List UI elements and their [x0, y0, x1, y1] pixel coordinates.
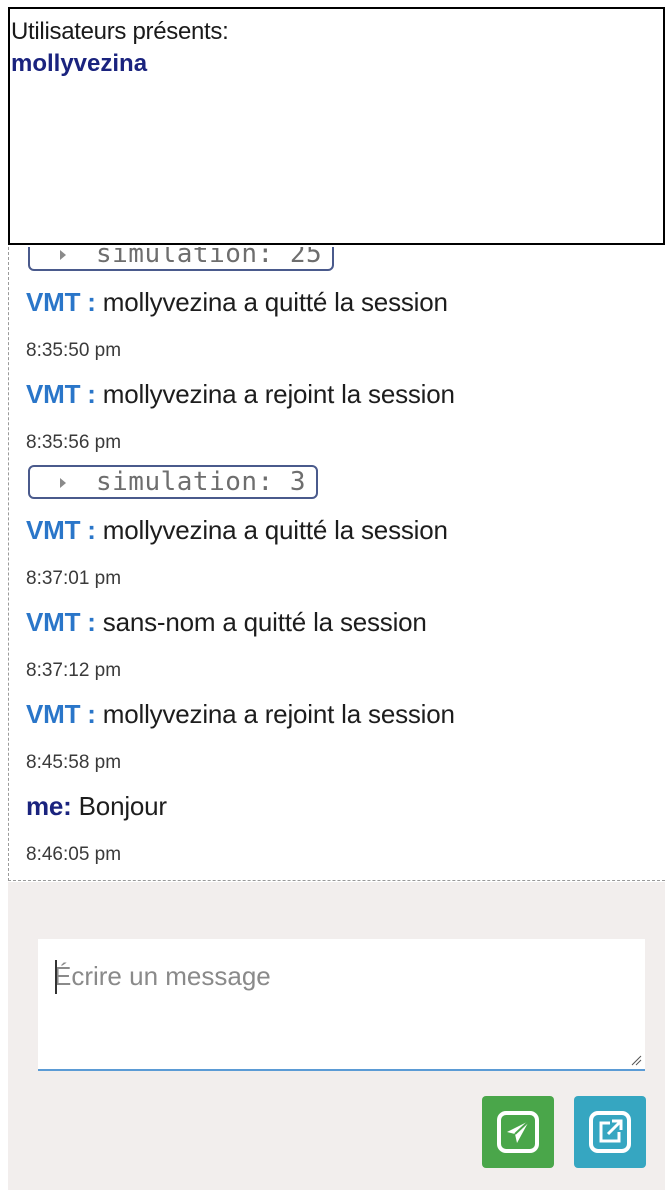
simulation-toggle[interactable]: simulation: 3: [28, 465, 318, 499]
message-timestamp: 8:35:56 pm: [26, 432, 122, 453]
external-link-icon: [589, 1111, 631, 1153]
message-sender: VMT :: [26, 379, 96, 409]
chat-message: VMT : mollyvezina a rejoint la session: [9, 693, 665, 739]
present-user-name[interactable]: mollyvezina: [11, 47, 663, 81]
simulation-toggle[interactable]: simulation: 25: [28, 247, 335, 271]
text-caret: [55, 960, 57, 994]
message-timestamp: 8:46:05 pm: [26, 844, 122, 865]
message-composer: [8, 882, 665, 1190]
chat-log[interactable]: simulation: 25 VMT : mollyvezina a quitt…: [8, 247, 665, 881]
present-users-title: Utilisateurs présents:: [11, 18, 229, 45]
message-input[interactable]: [38, 939, 645, 1071]
message-text: mollyvezina a quitté la session: [95, 287, 448, 317]
message-text: mollyvezina a quitté la session: [95, 515, 448, 545]
message-timestamp-row: 8:35:56 pm: [9, 419, 665, 465]
simulation-entry[interactable]: simulation: 3: [9, 465, 665, 509]
message-text: Bonjour: [71, 791, 167, 821]
chat-message: VMT : mollyvezina a quitté la session: [9, 509, 665, 555]
chat-message: VMT : sans-nom a quitté la session: [9, 601, 665, 647]
message-timestamp-row: 8:46:05 pm: [9, 831, 665, 877]
send-button[interactable]: [482, 1096, 554, 1168]
message-timestamp-row: 8:45:58 pm: [9, 739, 665, 785]
message-sender: VMT :: [26, 607, 96, 637]
chat-message: VMT : mollyvezina a rejoint la session: [9, 373, 665, 419]
message-text: mollyvezina a rejoint la session: [95, 379, 455, 409]
simulation-entry[interactable]: simulation: 25: [9, 247, 665, 281]
paper-plane-icon: [497, 1111, 539, 1153]
message-sender: VMT :: [26, 287, 96, 317]
message-timestamp: 8:35:50 pm: [26, 340, 122, 361]
message-timestamp-row: 8:37:01 pm: [9, 555, 665, 601]
caret-right-icon: [60, 250, 66, 260]
message-sender: me:: [26, 791, 72, 821]
chat-message: me: Bonjour: [9, 785, 665, 831]
message-sender: VMT :: [26, 699, 96, 729]
message-text: mollyvezina a rejoint la session: [95, 699, 455, 729]
chat-log-list: simulation: 25 VMT : mollyvezina a quitt…: [9, 247, 665, 877]
message-text: sans-nom a quitté la session: [95, 607, 427, 637]
message-timestamp: 8:37:01 pm: [26, 568, 122, 589]
message-timestamp-row: 8:35:50 pm: [9, 327, 665, 373]
message-sender: VMT :: [26, 515, 96, 545]
simulation-label: simulation: 3: [96, 467, 306, 497]
caret-right-icon: [60, 478, 66, 488]
popout-button[interactable]: [574, 1096, 646, 1168]
resize-grip-icon[interactable]: [630, 1054, 642, 1066]
chat-message: VMT : mollyvezina a quitté la session: [9, 281, 665, 327]
message-timestamp: 8:37:12 pm: [26, 660, 122, 681]
simulation-label: simulation: 25: [96, 247, 323, 269]
message-timestamp: 8:45:58 pm: [26, 752, 122, 773]
chat-sidebar: Utilisateurs présents: mollyvezina simul…: [0, 0, 665, 1190]
message-timestamp-row: 8:37:12 pm: [9, 647, 665, 693]
present-users-panel: Utilisateurs présents: mollyvezina: [8, 7, 665, 245]
